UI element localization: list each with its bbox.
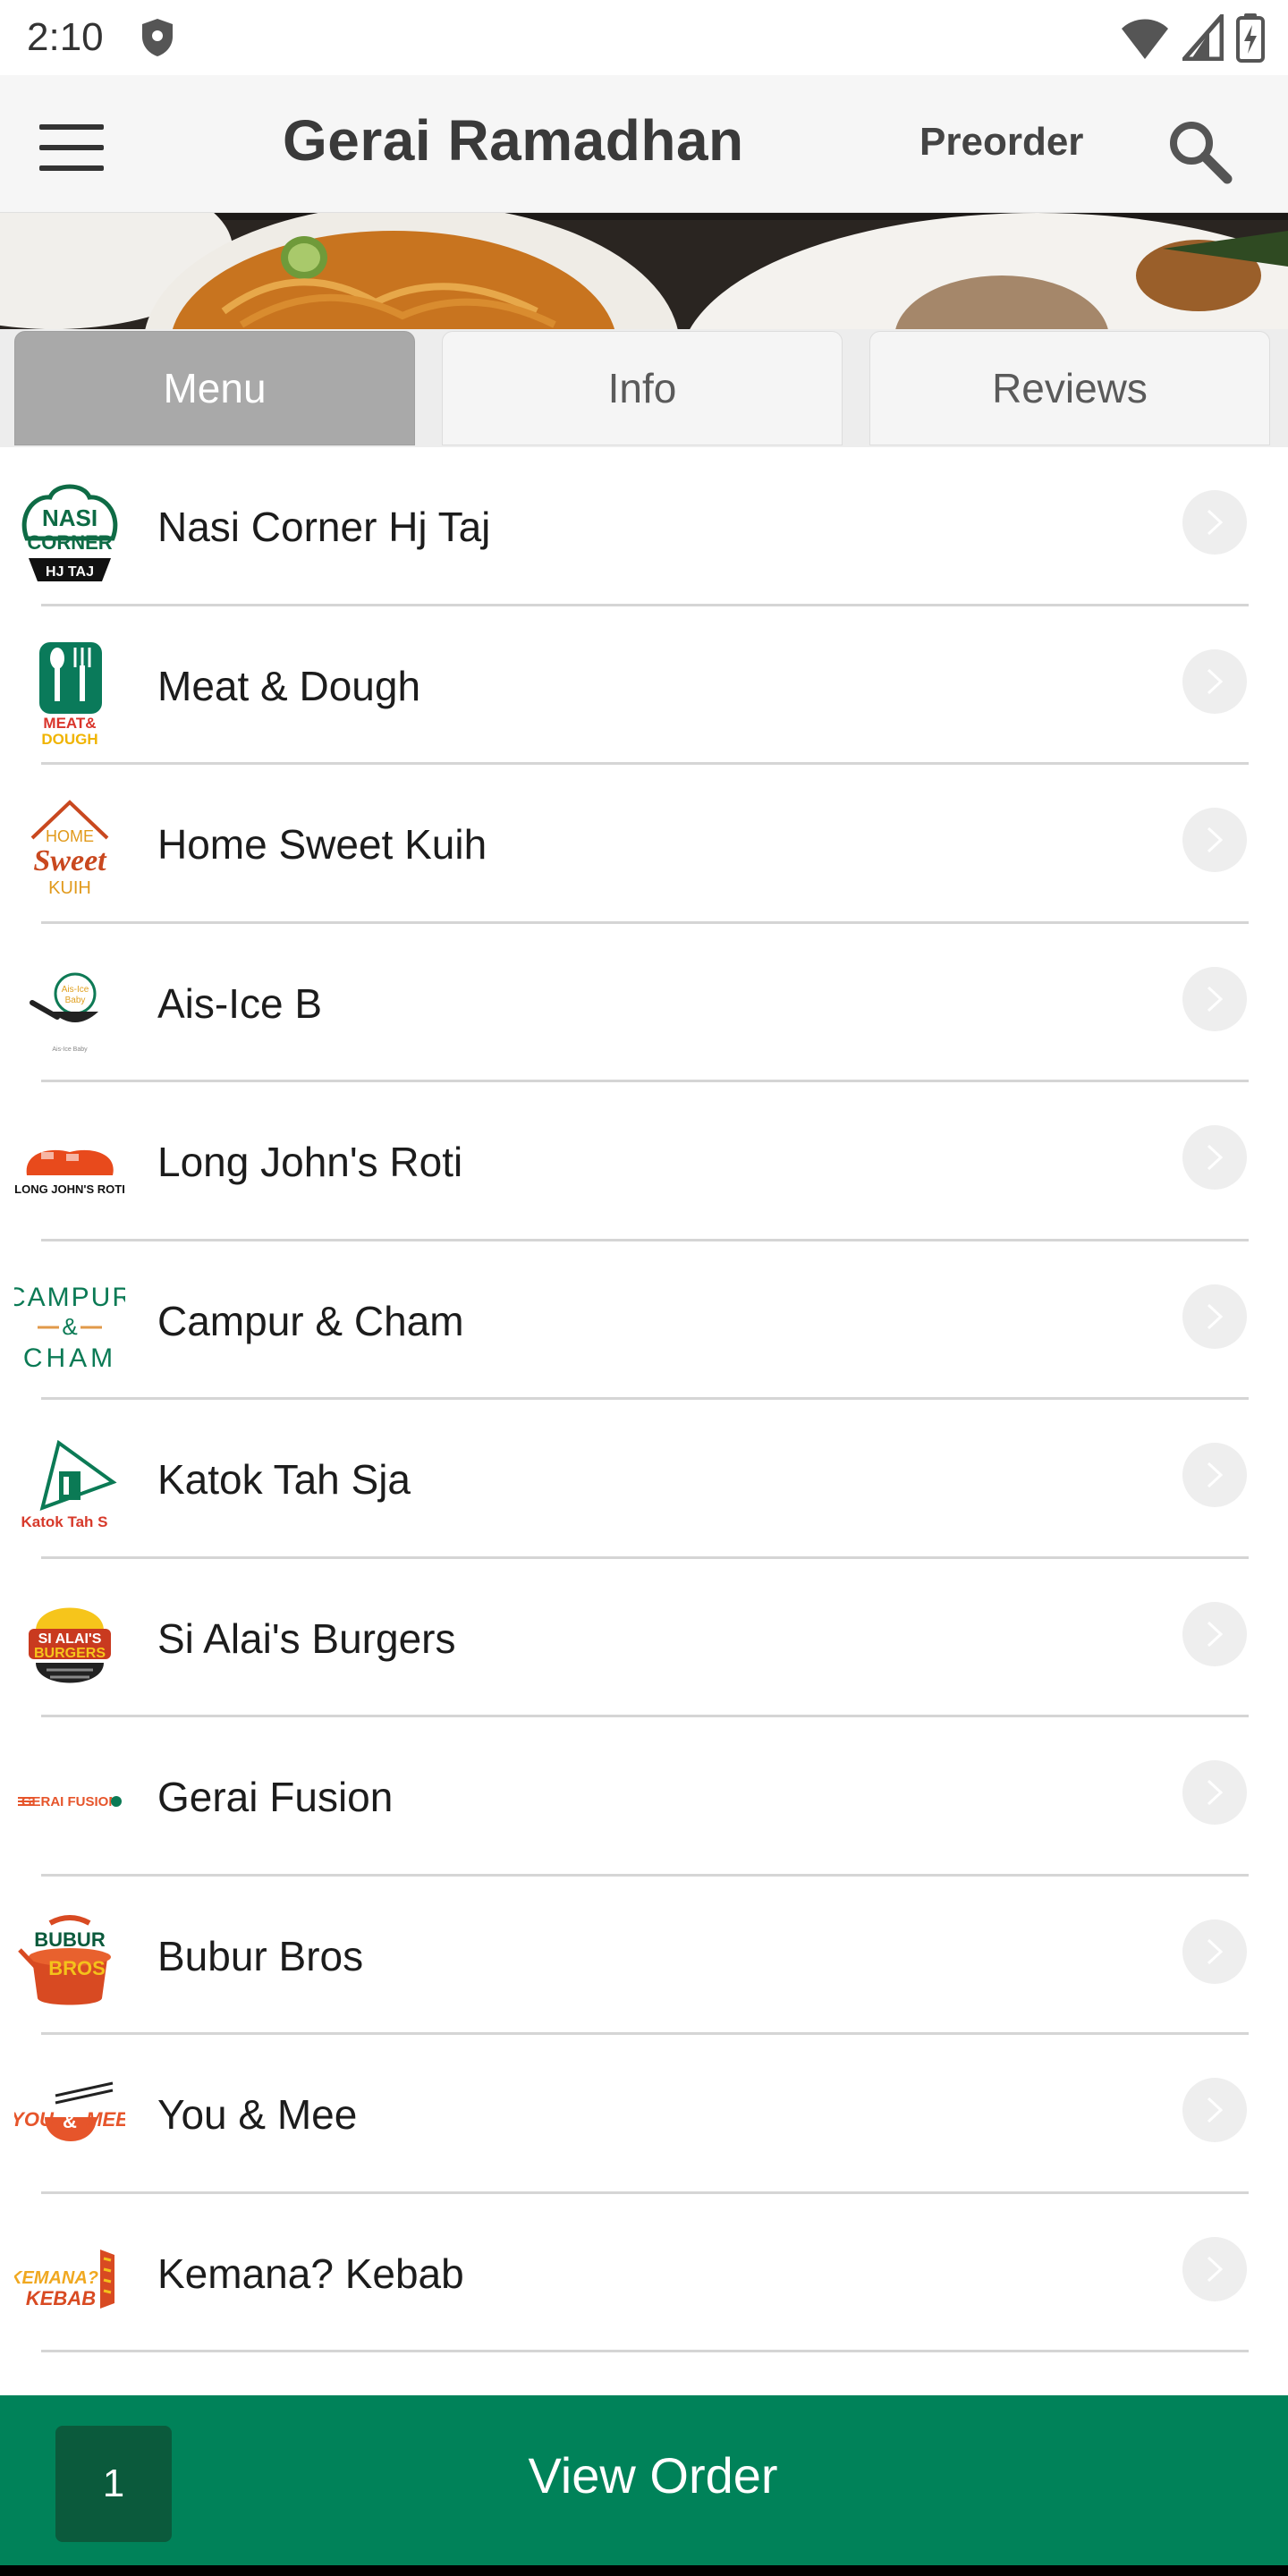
svg-text:Ais-Ice Baby: Ais-Ice Baby [52,1046,88,1053]
kemana-kebab-logo: KEMANA? KEBAB [14,2223,125,2334]
shield-icon [141,19,173,56]
svg-text:KEBAB: KEBAB [26,2287,96,2309]
status-time: 2:10 [27,15,104,59]
list-item[interactable]: SI ALAI'S BURGERS Si Alai's Burgers [0,1559,1288,1717]
svg-text:NASI: NASI [42,504,97,531]
svg-text:BURGERS: BURGERS [34,1646,106,1661]
katok-tah-sja-logo: Katok Tah S [14,1428,125,1539]
list-item[interactable]: BUBUR BROS Bubur Bros [0,1877,1288,2035]
chevron-right-icon[interactable] [1182,1760,1247,1825]
svg-text:MEAT&: MEAT& [43,715,96,732]
chevron-right-icon[interactable] [1182,1284,1247,1349]
stall-name: Long John's Roti [157,1139,463,1185]
svg-text:CHAM: CHAM [23,1343,116,1373]
list-item[interactable]: KEMANA? KEBAB Kemana? Kebab [0,2194,1288,2352]
wifi-icon [1122,19,1168,59]
stall-name: Katok Tah Sja [157,1456,411,1503]
battery-icon [1236,13,1265,63]
list-item[interactable]: CAMPUR & CHAM Campur & Cham [0,1241,1288,1400]
stall-name: Home Sweet Kuih [157,821,487,868]
list-item[interactable]: Katok Tah S Katok Tah Sja [0,1400,1288,1559]
stall-name: Bubur Bros [157,1932,364,1979]
preorder-button[interactable]: Preorder [919,120,1083,165]
banner-image [0,213,1288,329]
chevron-right-icon[interactable] [1182,1125,1247,1190]
signal-icon [1182,14,1224,61]
stall-name: You & Mee [157,2091,358,2138]
status-bar: 2:10 [0,0,1288,75]
chevron-right-icon[interactable] [1182,966,1247,1031]
tab-reviews[interactable]: Reviews [869,331,1270,445]
svg-text:&: & [63,2110,77,2132]
list-item[interactable]: GERAI FUSION Gerai Fusion [0,1717,1288,1877]
svg-text:&: & [62,1313,77,1340]
chevron-right-icon[interactable] [1182,808,1247,872]
chevron-right-icon[interactable] [1182,1443,1247,1507]
list-item[interactable]: LONG JOHN'S ROTI Long John's Roti [0,1082,1288,1241]
chevron-right-icon[interactable] [1182,1601,1247,1666]
list-item[interactable]: Ais-Ice Baby Ais-Ice Baby Ais-Ice B [0,924,1288,1082]
stall-name: Campur & Cham [157,1297,464,1344]
status-icons [1120,13,1265,63]
svg-text:CAMPUR: CAMPUR [14,1283,125,1312]
list-item[interactable]: NASI CORNER HJ TAJ Nasi Corner Hj Taj [0,447,1288,606]
stall-name: Si Alai's Burgers [157,1614,456,1662]
gerai-fusion-logo: GERAI FUSION [14,1746,125,1857]
svg-text:Sweet: Sweet [33,844,107,877]
svg-text:LONG JOHN'S ROTI: LONG JOHN'S ROTI [14,1182,125,1196]
list-item[interactable]: YOU & MEE You & Mee [0,2035,1288,2194]
chevron-right-icon[interactable] [1182,2236,1247,2301]
svg-text:DOUGH: DOUGH [41,731,97,746]
stall-list: NASI CORNER HJ TAJ Nasi Corner Hj Taj ME… [0,447,1288,2352]
chevron-right-icon[interactable] [1182,2078,1247,2142]
svg-text:HJ TAJ: HJ TAJ [46,564,94,580]
svg-text:KEMANA?: KEMANA? [14,2268,98,2288]
meat-and-dough-logo: MEAT& DOUGH [14,635,125,746]
page-title: Gerai Ramadhan [283,108,744,173]
stall-name: Nasi Corner Hj Taj [157,504,491,550]
list-item[interactable]: MEAT& DOUGH Meat & Dough [0,606,1288,765]
chevron-right-icon[interactable] [1182,648,1247,714]
bubur-bros-logo: BUBUR BROS [14,1905,125,2016]
tab-info[interactable]: Info [442,331,843,445]
svg-text:Ais-Ice: Ais-Ice [62,985,89,995]
stall-name: Ais-Ice B [157,979,323,1027]
svg-text:Katok Tah S: Katok Tah S [21,1513,108,1530]
nasi-corner-logo: NASI CORNER HJ TAJ [14,476,125,587]
you-and-mee-logo: YOU & MEE [14,2063,125,2174]
tab-bar: Menu Info Reviews [0,329,1288,447]
search-icon[interactable] [1163,114,1234,186]
list-item[interactable]: HOME Sweet KUIH Home Sweet Kuih [0,765,1288,924]
tab-menu[interactable]: Menu [14,331,415,445]
svg-text:YOU: YOU [14,2108,55,2131]
order-count-badge: 1 [55,2426,172,2542]
stall-name: Kemana? Kebab [157,2250,464,2297]
svg-text:MEE: MEE [86,2108,125,2131]
svg-text:Baby: Baby [65,996,86,1005]
home-sweet-kuih-logo: HOME Sweet KUIH [14,793,125,904]
svg-text:HOME: HOME [46,827,94,845]
stall-name: Meat & Dough [157,662,421,709]
svg-text:SI ALAI'S: SI ALAI'S [38,1631,102,1647]
chevron-right-icon[interactable] [1182,1919,1247,1984]
svg-text:BROS: BROS [48,1957,106,1979]
svg-text:BUBUR: BUBUR [34,1928,106,1951]
long-johns-roti-logo: LONG JOHN'S ROTI [14,1111,125,1222]
campur-and-cham-logo: CAMPUR & CHAM [14,1270,125,1381]
divider [41,2350,1249,2352]
view-order-label: View Order [528,2447,778,2504]
svg-text:CORNER: CORNER [27,531,112,554]
ais-ice-logo: Ais-Ice Baby Ais-Ice Baby [14,953,125,1063]
svg-text:KUIH: KUIH [48,878,91,898]
app-bar: Gerai Ramadhan Preorder [0,75,1288,213]
menu-hamburger-icon[interactable] [39,124,104,171]
si-alais-burgers-logo: SI ALAI'S BURGERS [14,1588,125,1699]
system-nav-strip [0,2565,1288,2576]
chevron-right-icon[interactable] [1182,490,1247,555]
svg-text:GERAI FUSION: GERAI FUSION [21,1794,118,1809]
stall-name: Gerai Fusion [157,1774,394,1820]
view-order-bar[interactable]: View Order 1 [0,2395,1288,2565]
